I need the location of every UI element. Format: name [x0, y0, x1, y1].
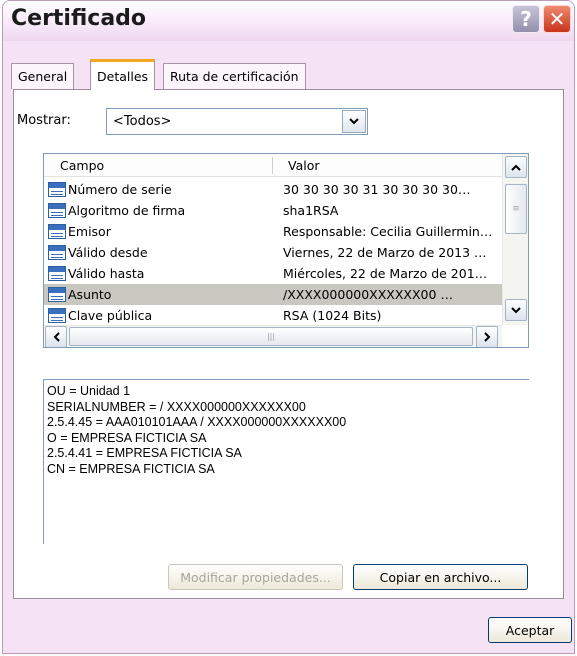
list-item-field: Número de serie — [68, 182, 172, 197]
title-bar[interactable]: Certificado ? ✕ — [3, 1, 574, 41]
list-item-field: Válido hasta — [68, 266, 145, 281]
list-item-value: RSA (1024 Bits) — [283, 308, 382, 323]
certificate-field-icon — [48, 266, 66, 281]
list-item-field: Clave pública — [68, 308, 153, 323]
detail-line: CN = EMPRESA FICTICIA SA — [47, 461, 215, 476]
field-value-textbox[interactable]: OU = Unidad 1 SERIALNUMBER = / XXXX00000… — [43, 379, 529, 544]
certificate-field-icon — [48, 308, 66, 323]
certificate-dialog: Certificado ? ✕ General Detalles Ruta de… — [2, 0, 575, 654]
window-title: Certificado — [11, 6, 147, 31]
list-item-value: Responsable: Cecilia Guillermin… — [283, 224, 493, 239]
vertical-scroll-thumb[interactable]: ≡ — [505, 184, 527, 234]
ok-button[interactable]: Aceptar — [488, 617, 572, 643]
close-button[interactable]: ✕ — [543, 5, 571, 33]
list-item[interactable]: Clave pública RSA (1024 Bits) — [44, 305, 502, 325]
column-header-field[interactable]: Campo — [60, 158, 104, 173]
copy-to-file-button[interactable]: Copiar en archivo... — [353, 564, 528, 590]
list-item[interactable]: Emisor Responsable: Cecilia Guillermin… — [44, 221, 502, 242]
detail-line: 2.5.4.41 = EMPRESA FICTICIA SA — [47, 446, 242, 460]
column-divider[interactable] — [272, 157, 273, 174]
help-button[interactable]: ? — [512, 5, 540, 33]
list-item[interactable]: Algoritmo de firma sha1RSA — [44, 200, 502, 221]
certificate-field-icon — [48, 182, 66, 197]
detail-line: 2.5.4.45 = AAA010101AAA / XXXX000000XXXX… — [47, 415, 347, 429]
detail-line: SERIALNUMBER = / XXXX000000XXXXXX00 — [47, 399, 306, 414]
scroll-left-button[interactable] — [45, 326, 67, 347]
horizontal-scroll-thumb[interactable]: ||| — [69, 327, 473, 346]
scroll-right-button[interactable] — [476, 326, 498, 347]
list-item-value: /XXXX000000XXXXXX00 … — [283, 287, 453, 302]
list-header: Campo Valor — [44, 154, 502, 177]
list-item-value: 30 30 30 30 31 30 30 30 30… — [283, 182, 471, 197]
list-item-field: Algoritmo de firma — [68, 203, 186, 218]
list-item[interactable]: Número de serie 30 30 30 30 31 30 30 30 … — [44, 179, 502, 200]
scroll-down-button[interactable] — [505, 299, 527, 321]
list-item[interactable]: Válido hasta Miércoles, 22 de Marzo de 2… — [44, 263, 502, 284]
scroll-up-button[interactable] — [505, 156, 527, 178]
certificate-field-icon — [48, 203, 66, 218]
edit-properties-button: Modificar propiedades... — [168, 564, 343, 590]
list-item-value: sha1RSA — [283, 203, 339, 218]
list-item-selected[interactable]: Asunto /XXXX000000XXXXXX00 … — [44, 284, 502, 305]
certificate-field-icon — [48, 245, 66, 260]
chevron-down-icon[interactable] — [342, 110, 366, 133]
certificate-field-icon — [48, 224, 66, 239]
show-dropdown-value: <Todos> — [113, 114, 172, 129]
detail-line: O = EMPRESA FICTICIA SA — [47, 430, 207, 445]
tab-general[interactable]: General — [11, 63, 75, 89]
list-item[interactable]: Válido desde Viernes, 22 de Marzo de 201… — [44, 242, 502, 263]
detail-line: OU = Unidad 1 — [47, 384, 131, 398]
list-item-value: Miércoles, 22 de Marzo de 201… — [283, 266, 488, 281]
list-item-field: Emisor — [68, 224, 111, 239]
fields-list[interactable]: Campo Valor Número de serie 30 30 30 30 … — [43, 153, 529, 348]
vertical-scrollbar[interactable]: ≡ — [502, 154, 528, 325]
tab-details[interactable]: Detalles — [90, 59, 156, 90]
show-label: Mostrar: — [17, 113, 71, 128]
list-item-field: Válido desde — [68, 245, 148, 260]
list-item-value: Viernes, 22 de Marzo de 2013 … — [283, 245, 487, 260]
column-header-value[interactable]: Valor — [288, 158, 320, 173]
certificate-field-icon — [48, 287, 66, 302]
horizontal-scrollbar[interactable]: ||| — [44, 325, 502, 347]
tab-certification-path[interactable]: Ruta de certificación — [163, 63, 306, 89]
list-item-field: Asunto — [68, 287, 112, 302]
show-dropdown[interactable]: <Todos> — [106, 108, 368, 135]
